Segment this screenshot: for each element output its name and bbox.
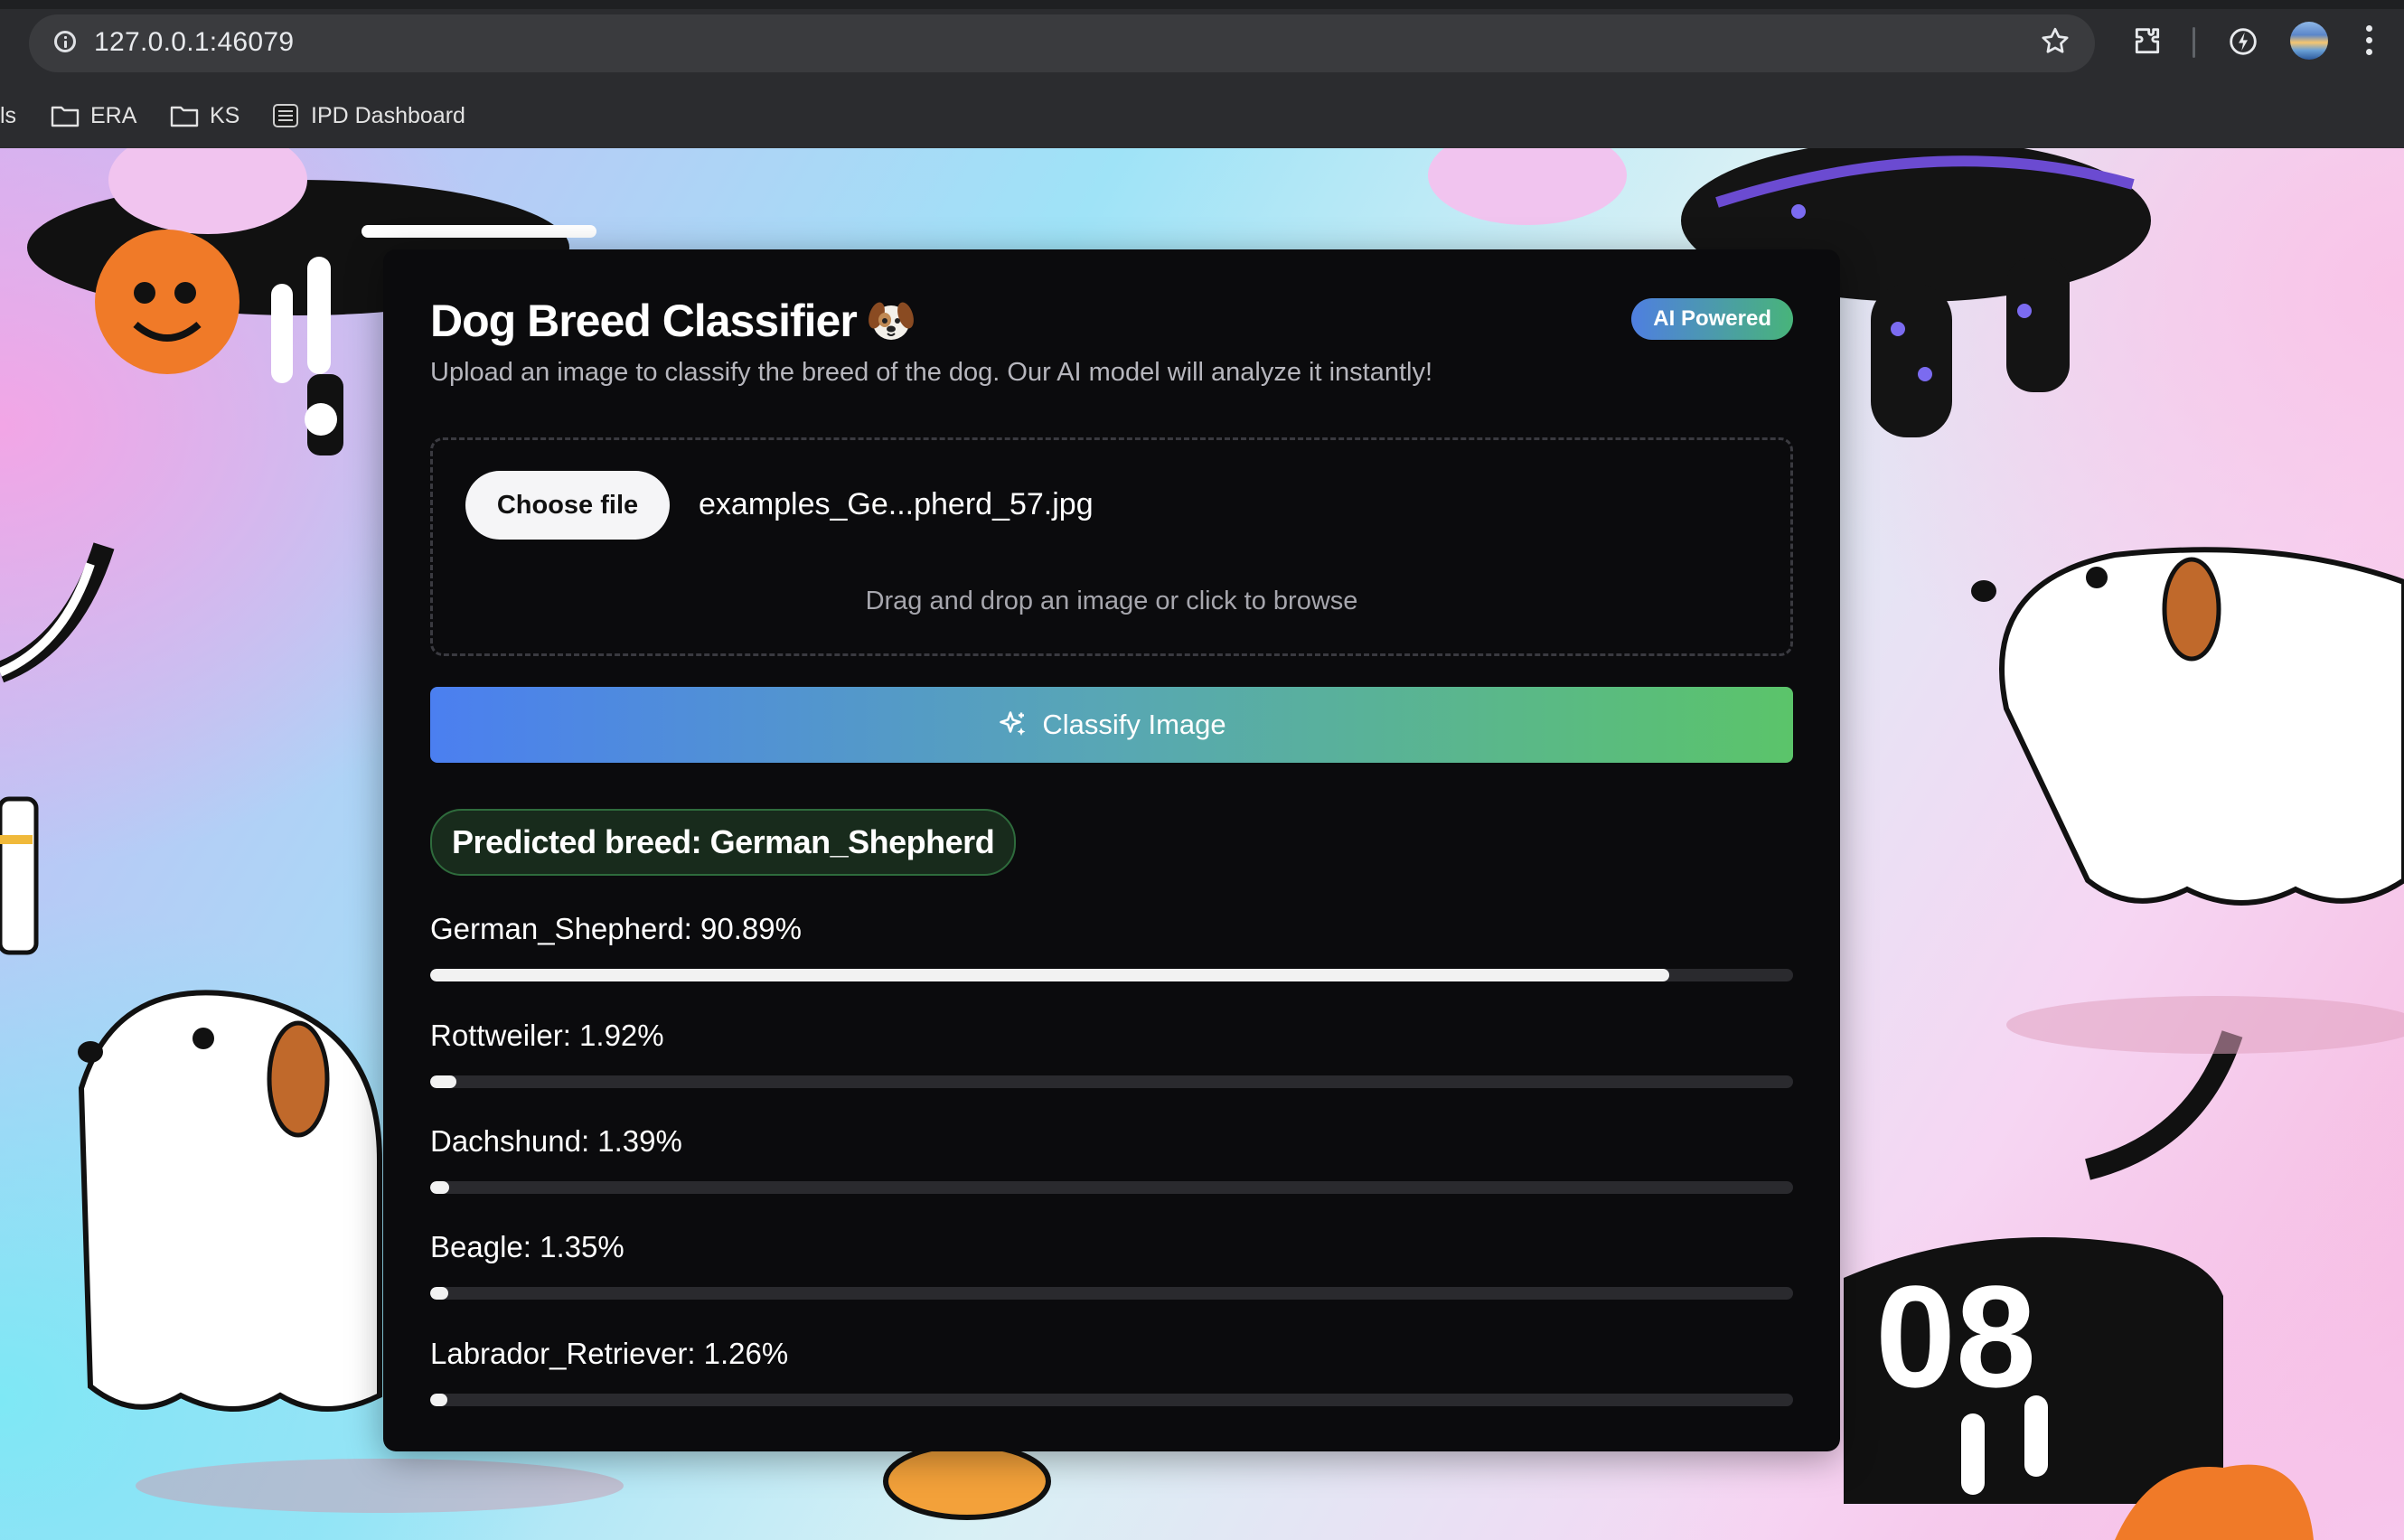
result-label: Dachshund: 1.39% xyxy=(430,1124,682,1158)
classify-image-button[interactable]: Classify Image xyxy=(430,687,1793,763)
result-item: Labrador_Retriever: 1.26% xyxy=(430,1336,1793,1406)
result-label: Beagle: 1.35% xyxy=(430,1230,624,1263)
classify-button-label: Classify Image xyxy=(1042,709,1226,740)
result-item: Dachshund: 1.39% xyxy=(430,1123,1793,1194)
predicted-breed-badge: Predicted breed: German_Shepherd xyxy=(430,809,1017,876)
result-bar-fill xyxy=(430,1181,449,1194)
page-title: Dog Breed Classifier xyxy=(430,296,858,346)
dropzone-hint: Drag and drop an image or click to brows… xyxy=(865,587,1358,615)
ai-powered-badge: AI Powered xyxy=(1631,298,1793,340)
result-bar-fill xyxy=(430,1075,456,1088)
svg-text:08: 08 xyxy=(1875,1255,2036,1417)
result-bar-track xyxy=(430,1394,1793,1406)
page-background: 08 Dog Breed Classifier AI Powered Uploa… xyxy=(0,148,2404,1540)
bookmark-label: KS xyxy=(210,102,240,128)
extensions-icon[interactable] xyxy=(2129,23,2165,60)
result-item: German_Shepherd: 90.89% xyxy=(430,911,1793,981)
dog-face-icon xyxy=(868,302,914,340)
result-bar-track xyxy=(430,1287,1793,1300)
browser-menu-icon[interactable] xyxy=(2364,25,2373,58)
bookmark-star-icon[interactable] xyxy=(2039,25,2071,58)
result-item: Rottweiler: 1.92% xyxy=(430,1018,1793,1088)
choose-file-button[interactable]: Choose file xyxy=(465,471,670,540)
bookmark-item-ls[interactable]: ls xyxy=(0,101,16,130)
result-bar-fill xyxy=(430,969,1669,981)
selected-file-name: examples_Ge...pherd_57.jpg xyxy=(699,487,1094,521)
title-row: Dog Breed Classifier xyxy=(430,295,915,347)
bookmark-label: IPD Dashboard xyxy=(311,102,465,128)
folder-icon xyxy=(51,106,80,127)
site-info-icon[interactable] xyxy=(54,31,76,52)
sparkle-icon xyxy=(1000,711,1026,736)
classifier-card: Dog Breed Classifier AI Powered Upload a… xyxy=(383,249,1840,1451)
tab-strip-edge xyxy=(0,0,2404,9)
bookmark-item-ks[interactable]: KS xyxy=(170,101,239,130)
address-bar[interactable] xyxy=(29,14,2095,72)
result-bar-track xyxy=(430,1075,1793,1088)
bookmark-label: ls xyxy=(0,102,17,128)
result-label: Rottweiler: 1.92% xyxy=(430,1019,664,1052)
bookmark-item-era[interactable]: ERA xyxy=(51,101,136,130)
result-bar-track xyxy=(430,1181,1793,1194)
result-bar-track xyxy=(430,969,1793,981)
result-bar-fill xyxy=(430,1287,449,1300)
profile-avatar[interactable] xyxy=(2290,22,2328,60)
url-text[interactable]: 127.0.0.1:46079 xyxy=(94,27,294,58)
result-item: Beagle: 1.35% xyxy=(430,1229,1793,1300)
result-label: Labrador_Retriever: 1.26% xyxy=(430,1337,789,1370)
result-label: German_Shepherd: 90.89% xyxy=(430,912,802,945)
bookmark-item-ipd-dashboard[interactable]: IPD Dashboard xyxy=(271,101,465,130)
folder-icon xyxy=(170,106,199,127)
ipd-favicon-icon xyxy=(273,104,298,127)
result-bar-fill xyxy=(430,1394,447,1406)
bookmark-label: ERA xyxy=(90,102,137,128)
performance-icon[interactable] xyxy=(2225,23,2261,60)
browser-chrome: 127.0.0.1:46079 ls ERA KS IPD Dashboard xyxy=(0,0,2404,148)
file-dropzone[interactable]: Choose file examples_Ge...pherd_57.jpg D… xyxy=(430,437,1793,656)
toolbar-divider xyxy=(2193,27,2195,58)
page-subtitle: Upload an image to classify the breed of… xyxy=(430,358,1433,387)
